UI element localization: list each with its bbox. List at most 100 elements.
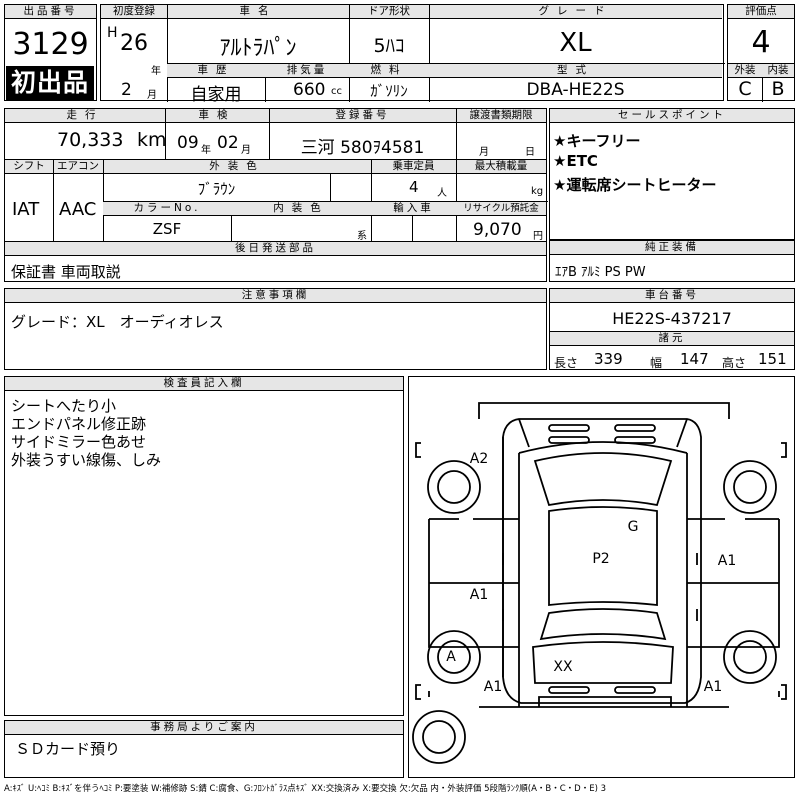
equipment-value: ｴｱB ｱﾙﾐ PS PW	[555, 265, 646, 280]
interior-score-label: 内装	[762, 64, 794, 78]
ext-color-label: 外装色	[103, 160, 371, 174]
displacement-label: 排気量	[265, 64, 349, 78]
windshield	[533, 452, 673, 507]
notes-label: 注意事項欄	[5, 289, 546, 303]
sales-points-label: セールスポイント	[550, 109, 794, 123]
damage-mark-P2: P2	[592, 551, 609, 567]
divider	[456, 109, 457, 159]
shift-value: IAT	[12, 199, 40, 220]
sales-point: ★キーフリー	[553, 132, 641, 150]
max-load-unit: kg	[531, 186, 544, 197]
office-box: 事務局よりご案内 ＳＤカード預り	[4, 720, 404, 778]
equipment-box: 純正装備 ｴｱB ｱﾙﾐ PS PW	[549, 240, 795, 282]
transfer-month-unit: 月	[479, 147, 489, 158]
vehicle-header: 初度登録 車名 ドア形状 グレード H 26 年 ｱﾙﾄﾗﾊﾟﾝ 5ﾊｺ XL …	[100, 4, 725, 105]
office-label: 事務局よりご案内	[5, 721, 403, 735]
interior-score-value: B	[771, 78, 785, 100]
inspection-month-unit: 月	[241, 145, 251, 156]
color-no-value: ZSF	[152, 220, 182, 238]
model-value: DBA-HE22S	[526, 80, 625, 100]
import-label: 輸入車	[371, 202, 456, 216]
transfer-label: 譲渡書類期限	[456, 109, 546, 123]
height-label: 高さ	[722, 356, 747, 370]
score-label: 評価点	[728, 5, 794, 19]
lot-label: 出品番号	[5, 5, 96, 19]
color-no-label: カラーNo.	[103, 202, 231, 216]
ext-color-value: ﾌﾞﾗｳﾝ	[197, 180, 236, 198]
max-load-label: 最大積載量	[456, 160, 546, 174]
damage-mark-A1-rear-right: A1	[704, 679, 722, 695]
capacity-unit: 人	[437, 188, 447, 199]
rear-glass	[539, 608, 667, 641]
exterior-score-label: 外装	[728, 64, 762, 78]
lot-number: 3129	[12, 27, 89, 62]
notes-value: グレード：XL オーディオレス	[11, 313, 224, 331]
sales-point: ★運転席シートヒーター	[553, 176, 717, 194]
mileage-value: 70,333	[57, 129, 124, 151]
length-value: 339	[594, 350, 623, 368]
rear-bumper	[538, 696, 672, 707]
car-name-label: 車名	[167, 5, 349, 19]
shift-label: シフト	[5, 160, 53, 174]
mileage-unit: km	[137, 129, 167, 151]
capacity-label: 乗車定員	[371, 160, 456, 174]
sales-point: ★ETC	[553, 152, 598, 170]
notes-box: 注意事項欄 グレード：XL オーディオレス	[4, 288, 547, 370]
first-listing-badge: 初出品	[6, 66, 94, 100]
damage-mark-A: A	[446, 649, 456, 665]
divider	[330, 173, 331, 201]
model-label: 型式	[429, 64, 722, 78]
detail-box: 走行 車検 登録番号 譲渡書類期限 70,333 km 09 年 02 月 三河…	[4, 108, 548, 282]
later-parts-label: 後日発送部品	[5, 242, 546, 256]
first-reg-month: 2	[121, 80, 132, 100]
front-bumper	[478, 402, 730, 419]
transfer-day-unit: 日	[525, 147, 535, 158]
recycle-unit: 円	[533, 231, 543, 242]
width-value: 147	[680, 350, 709, 368]
fuel-label: 燃料	[349, 64, 429, 78]
specs-label: 諸元	[550, 332, 794, 346]
first-reg-month-unit: 月	[147, 90, 157, 101]
registration-value: 三河 580ｦ4581	[300, 138, 425, 158]
damage-mark-A2: A2	[470, 451, 488, 467]
grade-value: XL	[559, 28, 592, 58]
inspection-year: 09	[177, 133, 199, 153]
divider	[53, 159, 54, 241]
divider	[456, 159, 457, 241]
inspection-label: 車検	[165, 109, 269, 123]
later-parts-value: 保証書 車両取説	[11, 263, 121, 281]
door-value: 5ﾊｺ	[373, 35, 405, 57]
exterior-score-value: C	[738, 78, 752, 100]
damage-mark-A1-right: A1	[718, 553, 736, 569]
displacement-value: 660	[293, 80, 326, 100]
first-reg-label: 初度登録	[101, 5, 167, 19]
fuel-value: ｶﾞｿﾘﾝ	[370, 82, 408, 100]
damage-mark-A1-left: A1	[470, 587, 488, 603]
chassis-label: 車台番号	[550, 289, 794, 303]
car-diagram: A2 G P2 A1 A1 A XX A1 A1	[412, 402, 787, 764]
history-label: 車歴	[167, 64, 265, 78]
hood-right	[676, 418, 688, 448]
door-label: ドア形状	[349, 5, 429, 19]
recycle-label: リサイクル預託金	[456, 202, 546, 216]
registration-label: 登録番号	[269, 109, 456, 123]
int-color-suffix: 系	[357, 231, 367, 242]
aircon-label: エアコン	[53, 160, 103, 174]
legend: A:ｷｽﾞ U:ﾍｺﾐ B:ｷｽﾞを伴うﾍｺﾐ P:要塗装 W:補修跡 S:錆 …	[4, 784, 607, 794]
inspection-year-unit: 年	[201, 145, 211, 156]
car-diagram-box: A2 G P2 A1 A1 A XX A1 A1	[408, 376, 795, 778]
height-value: 151	[758, 350, 787, 368]
equipment-label: 純正装備	[550, 241, 794, 255]
mileage-label: 走行	[5, 109, 165, 123]
first-reg-year: 26	[120, 31, 148, 56]
score-box: 評価点 4 外装 内装 C B	[727, 4, 795, 102]
hood	[518, 441, 688, 454]
inspector-label: 検査員記入欄	[5, 377, 403, 391]
history-value: 自家用	[190, 85, 242, 105]
inspector-box: 検査員記入欄 シートへたり小 エンドパネル修正跡 サイドミラー色あせ 外装うすい…	[4, 376, 404, 716]
grade-label: グレード	[429, 5, 722, 19]
inspection-month: 02	[217, 133, 239, 153]
car-name-value: ｱﾙﾄﾗﾊﾟﾝ	[219, 36, 297, 61]
score-value: 4	[751, 25, 771, 60]
inspector-line: 外装うすい線傷、しみ	[11, 451, 162, 469]
